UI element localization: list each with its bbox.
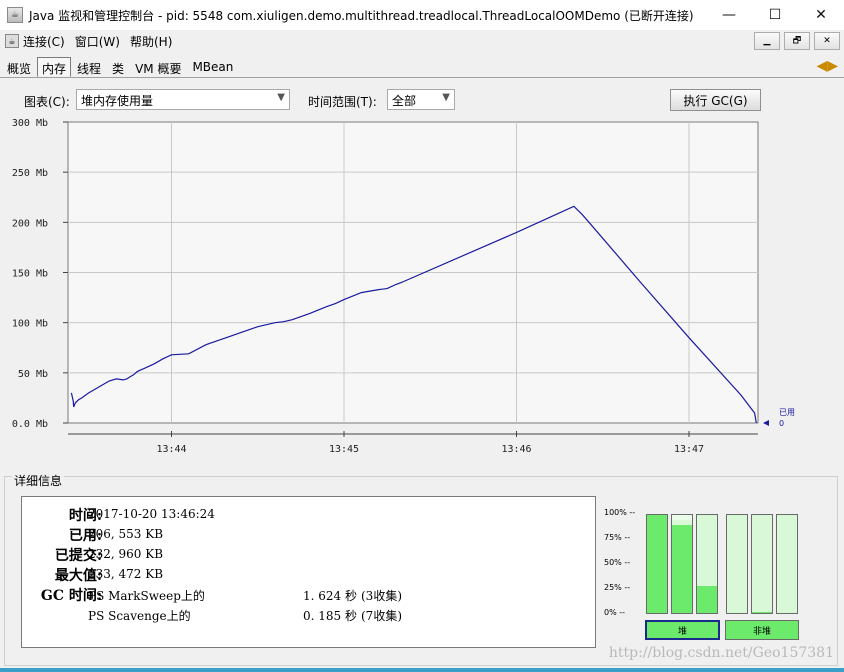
nonheap-group-button[interactable]: 非堆 (725, 620, 799, 640)
y-tick-label: 250 Mb (12, 168, 48, 179)
detail-value: 233, 472 KB (88, 567, 164, 581)
heap-pool-bar-survivor[interactable] (671, 514, 693, 614)
frame-restore-button[interactable]: 🗗 (784, 32, 810, 50)
connection-icon: ☕ (5, 34, 19, 48)
tab-vm-summary[interactable]: VM 概要 (130, 57, 186, 77)
legend-value: 0 (779, 419, 784, 428)
java-console-icon: ☕ (7, 7, 23, 23)
internal-frame-controls: ▁ 🗗 ✕ (754, 32, 840, 50)
window-controls: — ☐ ✕ (706, 0, 844, 30)
x-tick-label: 13:45 (329, 444, 359, 455)
current-value-marker-icon (763, 420, 769, 426)
heap-memory-chart: 300 Mb 250 Mb 200 Mb 150 Mb 100 Mb 50 Mb 0.0 M… (12, 118, 795, 455)
detail-row-time: 时间: 2017-10-20 13:46:24 (22, 505, 595, 525)
pct-label: 50% -- (604, 558, 631, 567)
chart-select[interactable]: 堆内存使用量 ▼ (76, 89, 290, 110)
x-tick-label: 13:46 (501, 444, 531, 455)
gc-collector-time: 1. 624 秒 (303, 589, 357, 603)
y-tick-label: 50 Mb (18, 369, 48, 380)
heap-group-button[interactable]: 堆 (645, 620, 720, 640)
tab-mbean[interactable]: MBean (187, 57, 238, 77)
tab-memory[interactable]: 内存 (37, 57, 72, 77)
perform-gc-button[interactable]: 执行 GC(G) (670, 89, 761, 111)
y-tick-label: 300 Mb (12, 118, 48, 129)
memory-pool-bars: 100% -- 75% -- 50% -- 25% -- 0% -- 堆 非堆 (604, 506, 804, 651)
pct-label: 25% -- (604, 583, 631, 592)
frame-minimize-button[interactable]: ▁ (754, 32, 780, 50)
chevron-down-icon: ▼ (277, 92, 285, 103)
x-tick-label: 13:47 (674, 444, 704, 455)
chart-select-value: 堆内存使用量 (81, 94, 154, 108)
memory-controls: 图表(C): 堆内存使用量 ▼ 时间范围(T): 全部 ▼ 执行 GC(G) (0, 88, 844, 114)
title-bar: ☕ Java 监视和管理控制台 - pid: 5548 com.xiuligen… (0, 0, 844, 30)
time-range-value: 全部 (392, 94, 417, 108)
detail-row-gc-marksweep: GC 时间: PS MarkSweep上的 1. 624 秒 (3收集) (22, 585, 595, 605)
pct-label: 75% -- (604, 533, 631, 542)
legend-label: 已用 (779, 408, 795, 417)
detail-row-max: 最大值: 233, 472 KB (22, 565, 595, 585)
maximize-button[interactable]: ☐ (752, 0, 798, 30)
detail-row-used: 已用: 206, 553 KB (22, 525, 595, 545)
gc-collector-name: PS MarkSweep上的 (88, 589, 205, 603)
tab-scroll-arrows-icon[interactable]: ◀▶ (816, 58, 838, 74)
window-title: Java 监视和管理控制台 - pid: 5548 com.xiuligen.d… (29, 8, 694, 23)
pct-label: 0% -- (604, 608, 626, 617)
menu-window[interactable]: 窗口(W) (75, 33, 120, 50)
tab-overview[interactable]: 概览 (2, 57, 36, 77)
y-tick-label: 100 Mb (12, 319, 48, 330)
gc-collector-count: (3收集) (361, 589, 402, 603)
menu-help[interactable]: 帮助(H) (130, 33, 172, 50)
y-tick-label: 200 Mb (12, 218, 48, 229)
time-range-label: 时间范围(T): (308, 95, 377, 109)
x-tick-label: 13:44 (156, 444, 186, 455)
nonheap-pool-bar-metaspace[interactable] (751, 514, 773, 614)
tab-bar: 概览 内存 线程 类 VM 概要 MBean ◀▶ (0, 56, 844, 78)
y-tick-label: 150 Mb (12, 269, 48, 280)
gc-collector-name: PS Scavenge上的 (88, 609, 191, 623)
tab-threads[interactable]: 线程 (72, 57, 106, 77)
details-panel: 时间: 2017-10-20 13:46:24 已用: 206, 553 KB … (21, 496, 596, 648)
nonheap-pool-bar-code-cache[interactable] (726, 514, 748, 614)
chart-select-label: 图表(C): (24, 95, 70, 109)
minimize-button[interactable]: — (706, 0, 752, 30)
frame-close-button[interactable]: ✕ (814, 32, 840, 50)
gc-collector-time: 0. 185 秒 (303, 609, 357, 623)
gc-collector-count: (7收集) (361, 609, 402, 623)
watermark: http://blog.csdn.net/Geo157381 (608, 645, 834, 661)
details-title: 详细信息 (12, 472, 65, 489)
close-button[interactable]: ✕ (798, 0, 844, 30)
menu-bar: ☕ 连接(C) 窗口(W) 帮助(H) ▁ 🗗 ✕ (0, 30, 844, 52)
tab-classes[interactable]: 类 (107, 57, 129, 77)
detail-value: 2017-10-20 13:46:24 (88, 507, 215, 521)
heap-pool-bar-old[interactable] (696, 514, 718, 614)
detail-value: 232, 960 KB (88, 547, 164, 561)
heap-pool-bar-eden[interactable] (646, 514, 668, 614)
detail-value: 206, 553 KB (88, 527, 164, 541)
pct-label: 100% -- (604, 508, 636, 517)
window-bottom-border (0, 668, 844, 672)
nonheap-pool-bar-class-space[interactable] (776, 514, 798, 614)
detail-row-committed: 已提交: 232, 960 KB (22, 545, 595, 565)
detail-row-gc-scavenge: PS Scavenge上的 0. 185 秒 (7收集) (22, 605, 595, 625)
y-tick-label: 0.0 Mb (12, 419, 48, 430)
chevron-down-icon: ▼ (442, 92, 450, 103)
time-range-select[interactable]: 全部 ▼ (387, 89, 455, 110)
menu-connection[interactable]: 连接(C) (23, 33, 65, 50)
